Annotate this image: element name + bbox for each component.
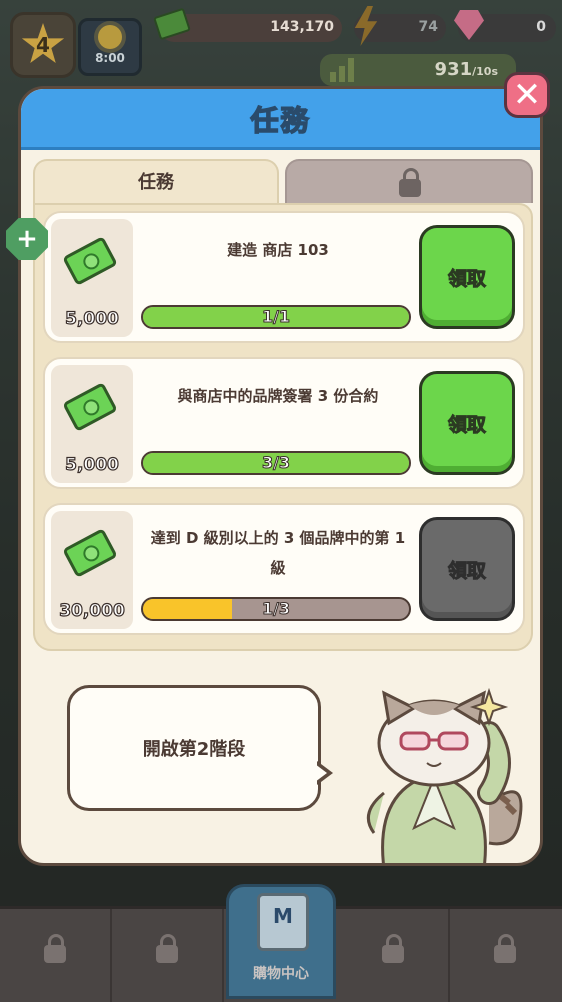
reward-amount: 5,000 <box>65 454 120 475</box>
level-number: 4 <box>36 33 50 57</box>
money-counter[interactable]: 143,170 <box>153 7 342 42</box>
tab-missions-label: 任務 <box>138 172 174 193</box>
player-level-badge[interactable]: 4 <box>10 12 76 78</box>
plus-badge-icon[interactable]: + <box>6 218 48 260</box>
progress-label: 1/3 <box>261 599 291 619</box>
lock-icon <box>44 934 66 963</box>
mission-card: 5,000 建造 商店 103 1/1 領取 <box>43 211 525 343</box>
claim-button[interactable]: 領取 <box>419 371 515 475</box>
mission-card: 30,000 達到 D 級別以上的 3 個品牌中的第 1 級 1/3 領取 <box>43 503 525 635</box>
tab-missions[interactable]: 任務 <box>33 159 279 203</box>
reward-box: 5,000 <box>51 219 133 337</box>
reward-amount: 30,000 <box>59 600 126 621</box>
cash-icon <box>62 528 118 578</box>
close-button[interactable]: ✕ <box>504 72 550 118</box>
claim-button-disabled[interactable]: 領取 <box>419 517 515 621</box>
gem-value: 0 <box>536 19 546 35</box>
income-rate[interactable]: 931/10s <box>320 54 516 86</box>
nav-shopping-center[interactable]: M 購物中心 <box>226 884 336 999</box>
bar-chart-icon <box>330 56 356 82</box>
mall-box-icon: M <box>257 893 309 951</box>
nav-slot-locked-2[interactable] <box>112 909 224 1002</box>
progress-bar: 1/3 <box>141 597 411 621</box>
mission-description: 達到 D 級別以上的 3 個品牌中的第 1 級 <box>150 529 406 577</box>
nav-shop-label: 購物中心 <box>253 966 309 982</box>
progress-label: 3/3 <box>261 453 291 473</box>
speech-bubble: 開啟第2階段 <box>67 685 321 811</box>
energy-counter[interactable]: 74 <box>354 6 446 46</box>
reward-box: 5,000 <box>51 365 133 483</box>
level-star-icon: 4 <box>21 23 65 64</box>
mission-description: 建造 商店 103 <box>227 241 329 259</box>
nav-slot-locked-4[interactable] <box>450 909 560 1002</box>
gem-counter[interactable]: 0 <box>454 10 556 42</box>
game-clock[interactable]: 8:00 <box>78 18 142 76</box>
claim-button[interactable]: 領取 <box>419 225 515 329</box>
cat-mascot <box>366 687 523 863</box>
close-icon: ✕ <box>512 75 542 115</box>
lock-icon <box>494 934 516 963</box>
panel-title: 任務 <box>250 103 311 138</box>
tab-locked[interactable] <box>285 159 533 203</box>
energy-value: 74 <box>418 19 438 35</box>
mission-description: 與商店中的品牌簽署 3 份合約 <box>177 387 379 405</box>
money-value: 143,170 <box>270 19 334 35</box>
sun-icon <box>98 25 122 49</box>
reward-box: 30,000 <box>51 511 133 629</box>
speech-tail-inner <box>315 764 327 782</box>
mission-list: 5,000 建造 商店 103 1/1 領取 5,000 與商店中的品牌簽署 3… <box>33 203 533 651</box>
panel-header: 任務 <box>21 89 540 150</box>
missions-panel: 任務 任務 5,000 建造 商店 103 1/1 領取 5,000 與商店中的… <box>18 86 543 866</box>
progress-label: 1/1 <box>261 307 291 327</box>
clock-time: 8:00 <box>95 51 125 65</box>
progress-bar: 1/1 <box>141 305 411 329</box>
reward-amount: 5,000 <box>65 308 120 329</box>
nav-slot-locked-1[interactable] <box>0 909 112 1002</box>
mission-card: 5,000 與商店中的品牌簽署 3 份合約 3/3 領取 <box>43 357 525 489</box>
cash-icon <box>62 382 118 432</box>
nav-slot-locked-3[interactable] <box>338 909 450 1002</box>
lock-icon <box>156 934 178 963</box>
speech-text: 開啟第2階段 <box>142 739 246 760</box>
progress-bar: 3/3 <box>141 451 411 475</box>
lock-icon <box>382 934 404 963</box>
lock-icon <box>399 168 421 197</box>
cash-icon <box>62 236 118 286</box>
income-value: 931/10s <box>434 59 498 80</box>
